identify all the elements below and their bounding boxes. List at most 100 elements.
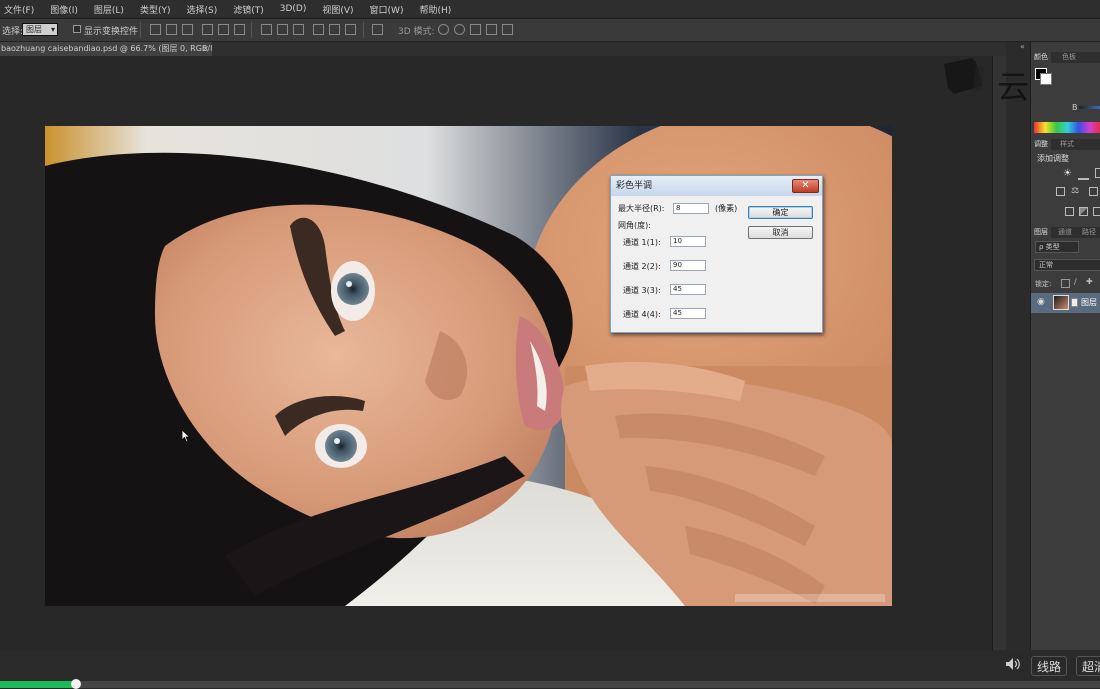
curves-icon[interactable] [1095, 168, 1100, 178]
channel-1-input[interactable]: 10 [670, 236, 706, 247]
channel-2-label: 通道 2(2): [623, 262, 661, 271]
canvas-vertical-scrollbar[interactable] [992, 56, 1007, 650]
scale-3d-icon[interactable] [502, 24, 513, 35]
cancel-button[interactable]: 取消 [748, 226, 813, 239]
blend-mode-dropdown[interactable]: 正常 [1034, 259, 1100, 271]
menu-image[interactable]: 图像(I) [50, 3, 78, 16]
channel-mixer-icon[interactable] [1079, 207, 1088, 216]
color-slider[interactable] [1079, 106, 1100, 109]
gradient-map-icon[interactable] [1093, 207, 1100, 216]
adjust-panel-tabs: 调整 样式 [1031, 139, 1100, 150]
hue-saturation-icon[interactable]: ⚖ [1071, 186, 1079, 196]
roll-3d-icon[interactable] [454, 24, 465, 35]
distribute-left-icon[interactable] [313, 24, 324, 35]
mode-3d-label: 3D 模式: [398, 27, 435, 37]
tab-layers[interactable]: 图层 [1031, 227, 1051, 238]
tab-channels[interactable]: 通道 [1055, 227, 1075, 238]
max-radius-input[interactable]: 8 [673, 203, 709, 214]
dialog-title: 彩色半调 [611, 176, 822, 196]
document-tab[interactable]: baozhuang caisebandiao.psd @ 66.7% (图层 0… [0, 42, 212, 56]
channel-3-label: 通道 3(3): [623, 286, 661, 295]
align-top-icon[interactable] [150, 24, 161, 35]
tab-styles[interactable]: 样式 [1057, 139, 1077, 150]
align-bottom-icon[interactable] [182, 24, 193, 35]
distribute-top-icon[interactable] [261, 24, 272, 35]
max-radius-label: 最大半径(R): [618, 204, 665, 213]
menu-view[interactable]: 视图(V) [322, 3, 353, 16]
menu-3d[interactable]: 3D(D) [280, 4, 307, 14]
close-icon: ✕ [801, 180, 810, 191]
toolbar-separator [251, 22, 252, 38]
menu-help[interactable]: 帮助(H) [419, 3, 451, 16]
dialog-close-button[interactable]: ✕ [792, 179, 819, 193]
blend-mode-value: 正常 [1039, 261, 1053, 269]
menu-filter[interactable]: 滤镜(T) [233, 3, 264, 16]
distribute-hcenter-icon[interactable] [329, 24, 340, 35]
color-spectrum-ramp[interactable] [1034, 122, 1100, 133]
layer-row[interactable]: ◉ 图层 [1031, 293, 1100, 313]
menu-layer[interactable]: 图层(L) [94, 3, 124, 16]
tab-paths[interactable]: 路径 [1079, 227, 1099, 238]
color-panel-tabs: 颜色 色板 [1031, 52, 1100, 63]
progress-track[interactable] [0, 681, 1100, 688]
channel-4-label: 通道 4(4): [623, 310, 661, 319]
lock-transparent-icon[interactable] [1061, 279, 1070, 288]
menu-type[interactable]: 类型(Y) [140, 3, 171, 16]
tab-adjustments[interactable]: 调整 [1031, 139, 1051, 150]
max-radius-unit: (像素) [715, 204, 738, 213]
right-panel-dock: 颜色 色板 B 调整 样式 添加调整 ☀ ⚖ 图层 通道 路径 ρ 类型 正常 … [1030, 42, 1100, 650]
menu-window[interactable]: 窗口(W) [370, 3, 404, 16]
tab-swatches[interactable]: 色板 [1059, 52, 1079, 63]
layer-name: 图层 [1081, 298, 1097, 307]
menu-file[interactable]: 文件(F) [4, 3, 34, 16]
volume-icon[interactable] [1005, 657, 1021, 671]
channel-3-input[interactable]: 45 [670, 284, 706, 295]
levels-icon[interactable] [1078, 169, 1089, 180]
slide-3d-icon[interactable] [486, 24, 497, 35]
rotate-3d-icon[interactable] [438, 24, 449, 35]
layer-filter-dropdown[interactable]: ρ 类型 [1035, 241, 1079, 253]
close-icon[interactable]: × [202, 42, 209, 56]
align-vcenter-icon[interactable] [166, 24, 177, 35]
color-channel-label: B [1072, 103, 1078, 112]
background-color-swatch[interactable] [1040, 73, 1052, 85]
lock-brush-icon[interactable]: ∕ [1074, 277, 1077, 286]
color-balance-icon[interactable] [1089, 187, 1098, 196]
show-transform-checkbox[interactable] [73, 25, 81, 33]
menu-select[interactable]: 选择(S) [186, 3, 217, 16]
layer-filter-value: ρ 类型 [1039, 243, 1060, 251]
auto-select-label: 选择: [2, 27, 24, 37]
align-hcenter-icon[interactable] [218, 24, 229, 35]
smart-filter-icon [1071, 298, 1078, 307]
route-button[interactable]: 线路 [1031, 656, 1067, 676]
distribute-bottom-icon[interactable] [293, 24, 304, 35]
auto-select-dropdown[interactable]: 图层 ▾ [22, 23, 58, 36]
align-right-icon[interactable] [234, 24, 245, 35]
brightness-icon[interactable]: ☀ [1063, 168, 1072, 179]
distribute-vcenter-icon[interactable] [277, 24, 288, 35]
auto-align-icon[interactable] [372, 24, 383, 35]
watermark-logo-icon [944, 58, 984, 94]
show-transform-label: 显示变换控件 [84, 27, 139, 37]
options-bar: 选择: 图层 ▾ 显示变换控件 3D 模式: [0, 19, 1100, 42]
document-tab-bar: baozhuang caisebandiao.psd @ 66.7% (图层 0… [0, 42, 1030, 56]
tab-color[interactable]: 颜色 [1031, 52, 1051, 63]
distribute-right-icon[interactable] [345, 24, 356, 35]
channel-4-input[interactable]: 45 [670, 308, 706, 319]
lock-move-icon[interactable]: ✚ [1086, 277, 1093, 286]
eye-icon[interactable]: ◉ [1037, 297, 1045, 307]
quality-button[interactable]: 超清 [1076, 656, 1100, 676]
align-left-icon[interactable] [202, 24, 213, 35]
vibrance-icon[interactable] [1056, 187, 1065, 196]
photo-filter-icon[interactable] [1065, 207, 1074, 216]
toolbar-separator [140, 22, 141, 38]
adjust-heading: 添加调整 [1037, 154, 1069, 163]
document-tab-title: baozhuang caisebandiao.psd @ 66.7% (图层 0… [1, 44, 212, 53]
channel-1-value: 10 [673, 237, 682, 245]
collapse-panels-icon[interactable]: « [1020, 42, 1025, 51]
layers-panel-tabs: 图层 通道 路径 [1031, 227, 1100, 238]
drag-3d-icon[interactable] [470, 24, 481, 35]
channel-2-input[interactable]: 90 [670, 260, 706, 271]
ok-button[interactable]: 确定 [748, 206, 813, 219]
mouse-cursor-icon [181, 429, 191, 443]
